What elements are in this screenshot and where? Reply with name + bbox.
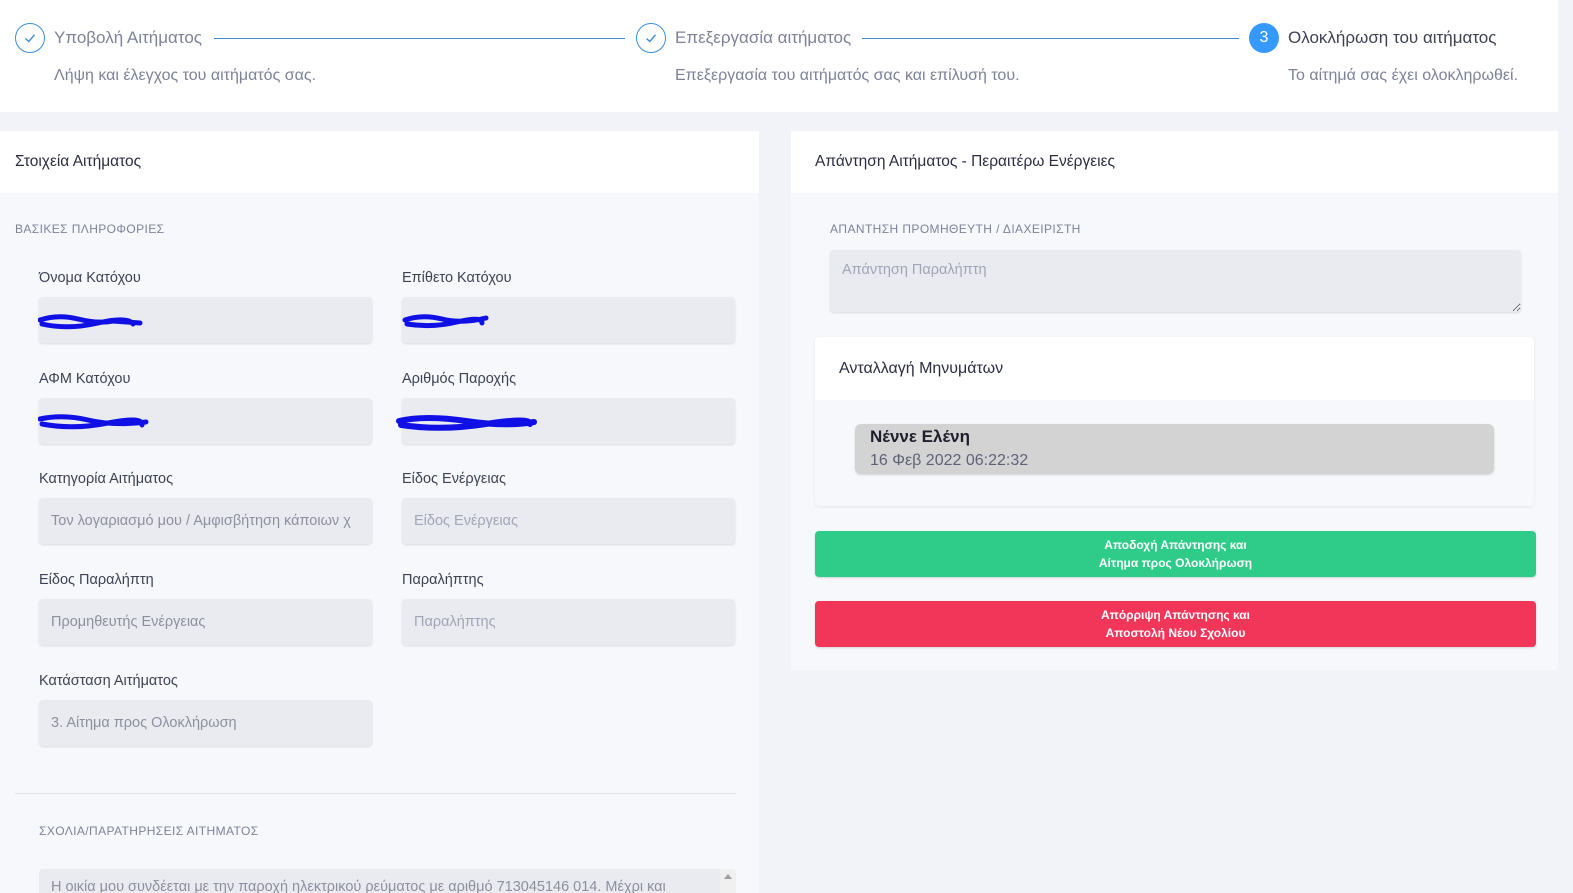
reply-textarea[interactable]: [830, 250, 1521, 312]
redaction-scribble: [38, 314, 143, 330]
comments-text: Η οικία μου συνδέεται με την παροχή ηλεκ…: [51, 879, 666, 893]
recipient-field[interactable]: Παραλήπτης: [402, 599, 735, 645]
request-category-label: Κατηγορία Αιτήματος: [39, 471, 174, 487]
scroll-up-arrow-icon[interactable]: [720, 869, 736, 883]
reply-section-label: ΑΠΑΝΤΗΣΗ ΠΡΟΜΗΘΕΥΤΗ / ΔΙΑΧΕΙΡΙΣΤΗ: [830, 222, 1081, 236]
step-1-title: Υποβολή Αιτήματος: [54, 28, 202, 47]
step-2-title: Επεξεργασία αιτήματος: [675, 28, 852, 47]
step-connector-2: [862, 38, 1239, 39]
step-3-number: 3: [1249, 23, 1279, 53]
energy-type-field[interactable]: Είδος Ενέργειας: [402, 498, 735, 544]
progress-stepper: Υποβολή Αιτήματος Λήψη και έλεγχος του α…: [0, 0, 1558, 112]
accept-button-line-1: Αποδοχή Απάντησης και: [1104, 538, 1247, 552]
redaction-scribble: [38, 414, 149, 430]
step-connector-1: [214, 38, 625, 39]
reject-button-line-2: Αποστολή Νέου Σχολίου: [1105, 626, 1246, 640]
request-details-card: Στοιχεία Αιτήματος ΒΑΣΙΚΕΣ ΠΛΗΡΟΦΟΡΙΕΣ Ό…: [0, 131, 759, 893]
owner-first-name-label: Όνομα Κατόχου: [39, 270, 141, 286]
step-1-description: Λήψη και έλεγχος του αιτήματός σας.: [54, 67, 317, 84]
request-status-field[interactable]: 3. Αίτημα προς Ολοκλήρωση: [39, 700, 372, 746]
step-2-check-icon: [636, 23, 666, 53]
comments-textarea[interactable]: Η οικία μου συνδέεται με την παροχή ηλεκ…: [39, 869, 736, 893]
step-1-check-icon: [15, 23, 45, 53]
step-2-description: Επεξεργασία του αιτήματός σας και επίλυσ…: [675, 67, 1020, 84]
comments-section-label: ΣΧΟΛΙΑ/ΠΑΡΑΤΗΡΗΣΕΙΣ ΑΙΤΗΜΑΤΟΣ: [39, 824, 259, 838]
accept-button-line-2: Αίτημα προς Ολοκλήρωση: [1098, 556, 1253, 570]
recipient-label: Παραλήπτης: [402, 572, 484, 588]
step-3-title: Ολοκλήρωση του αιτήματος: [1288, 28, 1497, 47]
recipient-type-label: Είδος Παραλήπτη: [39, 572, 154, 588]
redaction-scribble: [402, 314, 489, 329]
request-category-field[interactable]: Τον λογαριασμό μου / Αμφισβήτηση κάποιων…: [39, 498, 372, 544]
request-details-header: Στοιχεία Αιτήματος: [0, 131, 759, 193]
message-bubble[interactable]: Νέννε Ελένη 16 Φεβ 2022 06:22:32: [855, 424, 1494, 474]
recipient-type-field[interactable]: Προμηθευτής Ενέργειας: [39, 599, 372, 645]
reject-response-button[interactable]: Απόρριψη Απάντησης και Αποστολή Νέου Σχο…: [815, 601, 1536, 647]
owner-last-name-label: Επίθετο Κατόχου: [402, 270, 512, 286]
redaction-scribble: [396, 415, 537, 431]
energy-type-label: Είδος Ενέργειας: [402, 471, 506, 487]
message-sender-name: Νέννε Ελένη: [870, 427, 970, 446]
response-header: Απάντηση Αιτήματος - Περαιτέρω Ενέργειες: [791, 131, 1558, 193]
reject-button-line-1: Απόρριψη Απάντησης και: [1101, 608, 1250, 622]
supply-number-label: Αριθμός Παροχής: [402, 371, 517, 387]
owner-tax-id-label: ΑΦΜ Κατόχου: [39, 371, 131, 387]
basic-info-section-label: ΒΑΣΙΚΕΣ ΠΛΗΡΟΦΟΡΙΕΣ: [15, 222, 165, 236]
section-divider: [15, 793, 736, 794]
accept-response-button[interactable]: Αποδοχή Απάντησης και Αίτημα προς Ολοκλή…: [815, 531, 1536, 577]
message-timestamp: 16 Φεβ 2022 06:22:32: [870, 452, 1029, 469]
response-card: Απάντηση Αιτήματος - Περαιτέρω Ενέργειες…: [791, 131, 1558, 670]
comments-scrollbar[interactable]: [720, 869, 736, 893]
message-exchange-header: Ανταλλαγή Μηνυμάτων: [815, 337, 1534, 400]
request-status-label: Κατάσταση Αιτήματος: [39, 673, 178, 689]
step-3-description: Το αίτημά σας έχει ολοκληρωθεί.: [1288, 67, 1519, 84]
message-exchange-card: Ανταλλαγή Μηνυμάτων Νέννε Ελένη 16 Φεβ 2…: [815, 337, 1534, 506]
